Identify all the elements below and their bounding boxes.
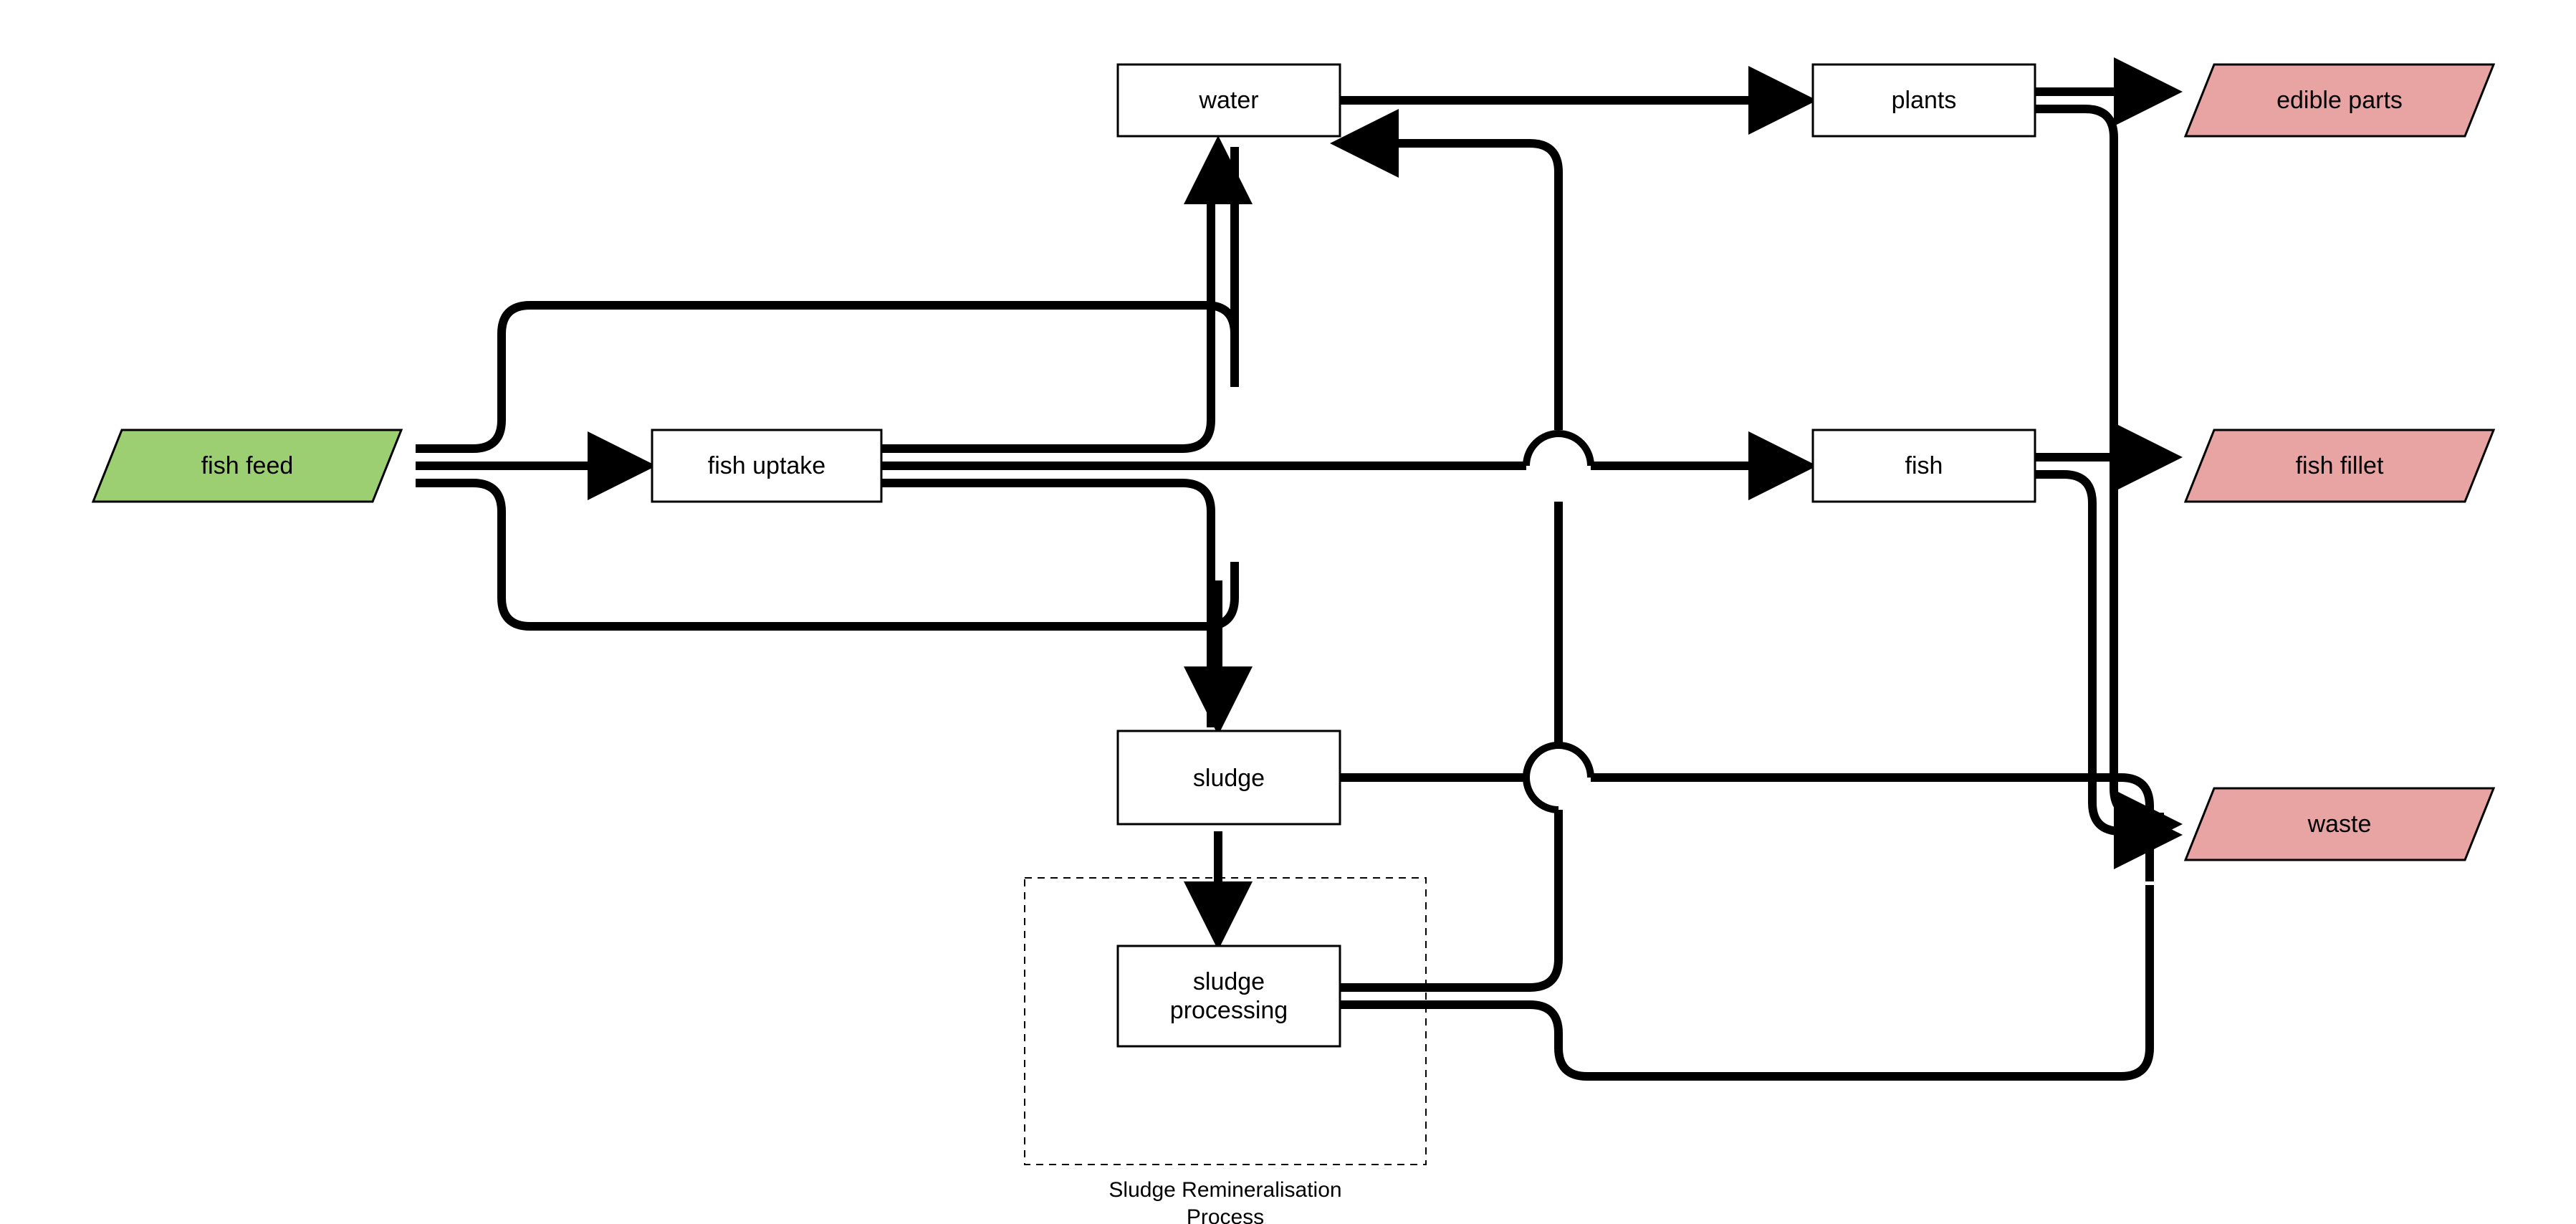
label-edible-parts: edible parts (2276, 87, 2403, 114)
node-fish-fillet: fish fillet (2185, 430, 2494, 502)
group-label-line1: Sludge Remineralisation (1109, 1178, 1341, 1202)
label-fish-feed: fish feed (201, 452, 294, 479)
node-fish-uptake: fish uptake (652, 430, 881, 502)
node-edible-parts: edible parts (2185, 64, 2494, 136)
label-sludge: sludge (1193, 765, 1265, 792)
label-sludge-processing-1: sludge (1193, 968, 1265, 995)
label-sludge-processing-2: processing (1170, 997, 1288, 1024)
label-fish-uptake: fish uptake (708, 452, 825, 479)
node-fish-feed: fish feed (93, 430, 401, 502)
node-fish: fish (1813, 430, 2035, 502)
label-fish-fillet: fish fillet (2296, 452, 2384, 479)
label-plants: plants (1892, 87, 1957, 114)
node-plants: plants (1813, 64, 2035, 136)
node-sludge: sludge (1118, 731, 1340, 824)
group-label-line2: Process (1187, 1205, 1264, 1224)
label-fish: fish (1905, 452, 1943, 479)
node-water: water (1118, 64, 1340, 136)
node-waste: waste (2185, 788, 2494, 860)
label-waste: waste (2307, 811, 2372, 838)
node-sludge-processing: sludge processing (1118, 946, 1340, 1046)
label-water: water (1198, 87, 1258, 114)
flow-diagram: Sludge Remineralisation Process fish fee… (0, 0, 2576, 1224)
